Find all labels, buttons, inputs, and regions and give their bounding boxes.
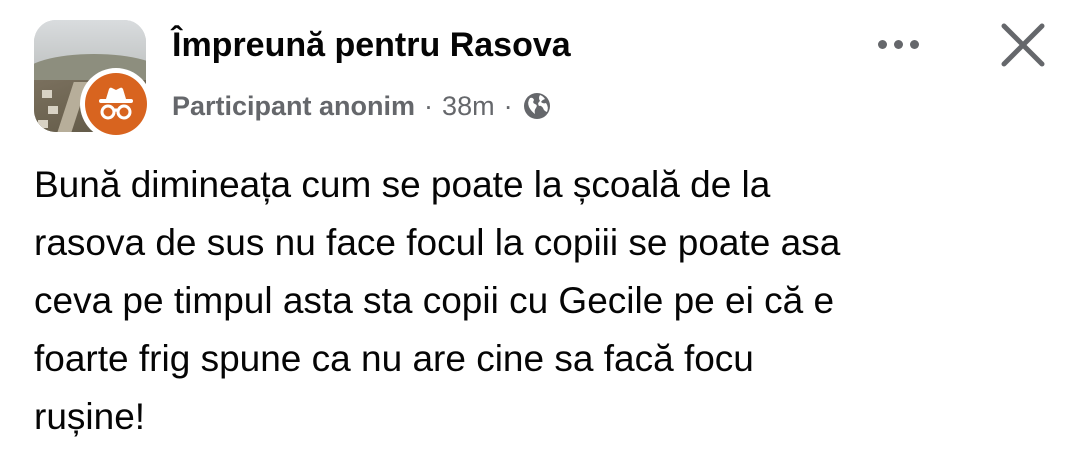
post-meta: Participant anonim · 38m · [172,86,552,126]
close-button[interactable] [990,12,1056,78]
more-options-icon [909,39,919,49]
incognito-icon [99,87,133,120]
post-time[interactable]: 38m [442,91,495,122]
group-name-link[interactable]: Împreună pentru Rasova [172,22,571,68]
avatar-house [38,120,48,128]
more-options-icon [877,39,887,49]
more-options-button[interactable] [866,24,930,64]
avatar-house [48,106,58,114]
author-name[interactable]: Participant anonim [172,91,415,122]
post-body-text: Bună dimineața cum se poate la școală de… [34,164,841,437]
avatar-house [42,90,52,98]
more-options-icon [893,39,903,49]
close-icon [1001,23,1045,67]
globe-icon [522,91,552,121]
anonymous-avatar[interactable] [80,68,152,140]
meta-separator: · [503,90,513,121]
anonymous-avatar-background [85,73,147,135]
post-card: Împreună pentru Rasova Participant anoni… [0,0,1080,458]
meta-separator: · [424,90,434,121]
